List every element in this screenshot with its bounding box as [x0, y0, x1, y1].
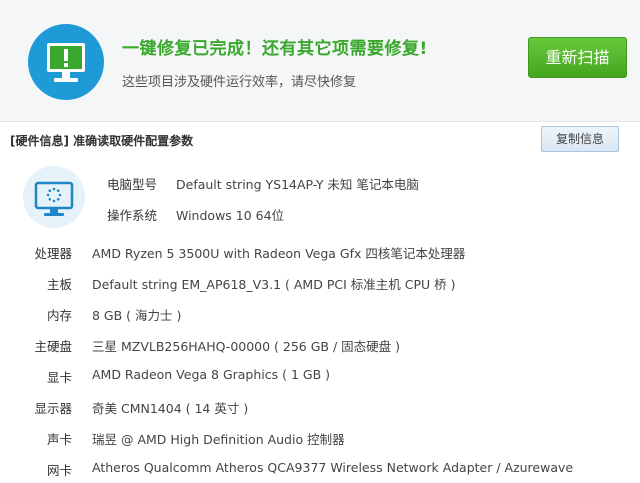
hardware-row-memory: 内存 8 GB ( 海力士 ) — [0, 305, 640, 323]
row-label: 主板 — [46, 277, 72, 292]
row-label: 显示器 — [34, 401, 72, 416]
row-value: AMD Ryzen 5 3500U with Radeon Vega Gfx 四… — [92, 246, 466, 261]
rescan-button[interactable]: 重新扫描 — [528, 37, 627, 78]
repair-status-subtitle: 这些项目涉及硬件运行效率，请尽快修复 — [122, 75, 357, 90]
copy-info-button[interactable]: 复制信息 — [541, 126, 619, 152]
hardware-row-cpu: 处理器 AMD Ryzen 5 3500U with Radeon Vega G… — [0, 243, 640, 261]
row-value: 三星 MZVLB256HAHQ-00000 ( 256 GB / 固态硬盘 ) — [92, 339, 401, 354]
hardware-row-motherboard: 主板 Default string EM_AP618_V3.1 ( AMD PC… — [0, 274, 640, 292]
row-label: 声卡 — [46, 432, 72, 447]
row-value: Windows 10 64位 — [176, 208, 285, 223]
row-value: Default string YS14AP-Y 未知 笔记本电脑 — [176, 177, 419, 192]
monitor-exclamation-icon — [28, 24, 104, 100]
row-value: 8 GB ( 海力士 ) — [92, 308, 182, 323]
row-value: Default string EM_AP618_V3.1 ( AMD PCI 标… — [92, 277, 456, 292]
row-value: AMD Radeon Vega 8 Graphics ( 1 GB ) — [92, 367, 331, 382]
repair-banner: 一键修复已完成！还有其它项需要修复! 这些项目涉及硬件运行效率，请尽快修复 重新… — [0, 0, 640, 122]
repair-status-title: 一键修复已完成！还有其它项需要修复! — [122, 39, 428, 59]
row-label: 主硬盘 — [34, 339, 72, 354]
row-label: 操作系统 — [107, 208, 158, 223]
hardware-row-disk: 主硬盘 三星 MZVLB256HAHQ-00000 ( 256 GB / 固态硬… — [0, 336, 640, 354]
row-label: 电脑型号 — [107, 177, 158, 192]
row-value: 瑞昱 @ AMD High Definition Audio 控制器 — [92, 432, 345, 447]
hardware-row-audio: 声卡 瑞昱 @ AMD High Definition Audio 控制器 — [0, 429, 640, 447]
row-value: Atheros Qualcomm Atheros QCA9377 Wireles… — [92, 460, 574, 475]
hardware-row-network: 网卡 Atheros Qualcomm Atheros QCA9377 Wire… — [0, 460, 640, 478]
row-label: 显卡 — [46, 370, 72, 385]
row-label: 内存 — [46, 308, 72, 323]
section-title: [硬件信息] 准确读取硬件配置参数 — [10, 134, 194, 148]
summary-row-os: 操作系统 Windows 10 64位 — [0, 205, 640, 223]
row-value: 奇美 CMN1404 ( 14 英寸 ) — [92, 401, 249, 416]
row-label: 处理器 — [34, 246, 72, 261]
summary-row-model: 电脑型号 Default string YS14AP-Y 未知 笔记本电脑 — [0, 174, 640, 192]
row-label: 网卡 — [46, 463, 72, 478]
hardware-row-gpu: 显卡 AMD Radeon Vega 8 Graphics ( 1 GB ) — [0, 367, 640, 385]
hardware-row-display: 显示器 奇美 CMN1404 ( 14 英寸 ) — [0, 398, 640, 416]
